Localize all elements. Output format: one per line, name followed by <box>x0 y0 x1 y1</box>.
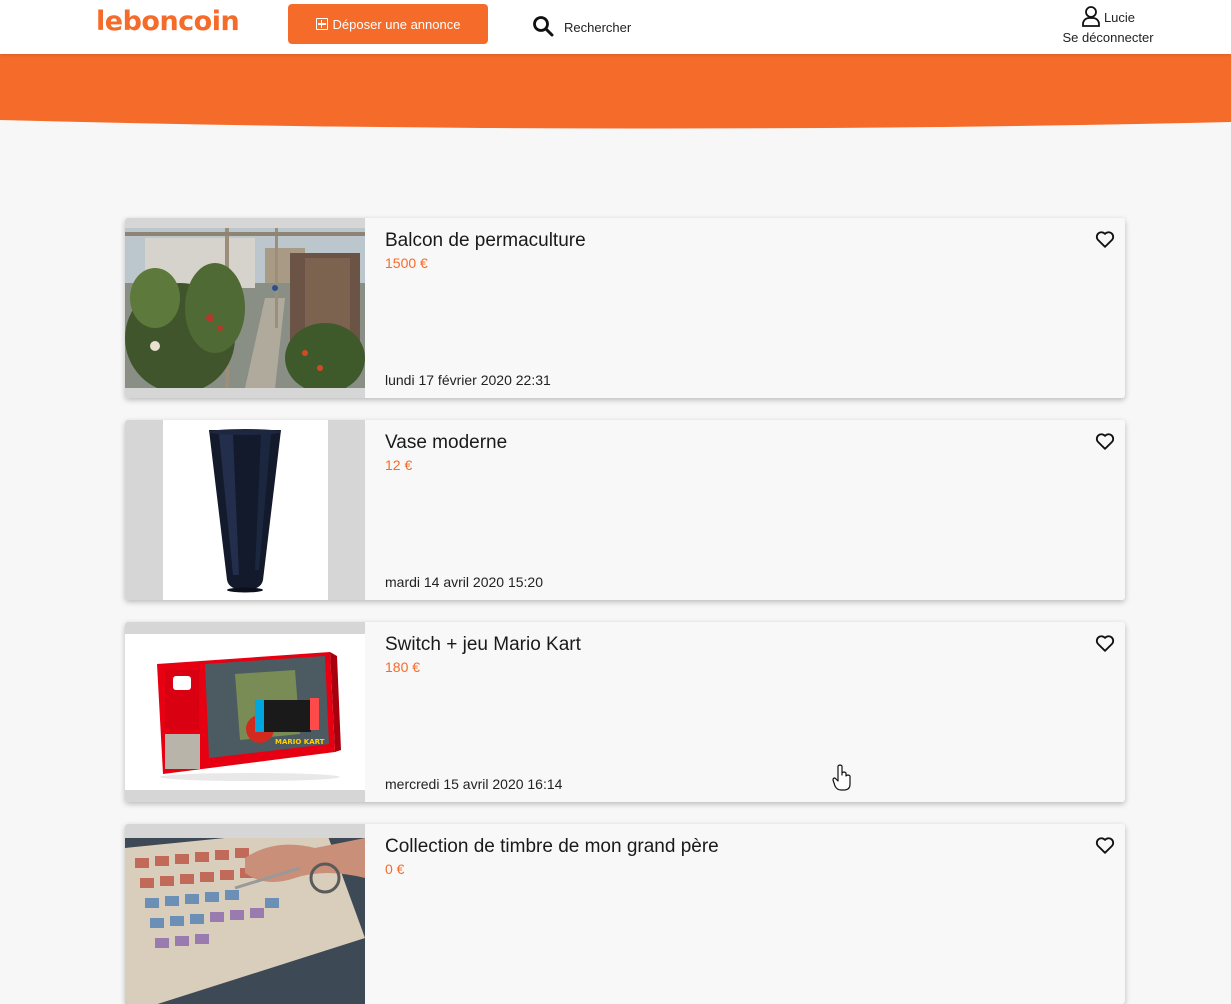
listing-title[interactable]: Vase moderne <box>385 432 507 454</box>
listing-date: lundi 17 février 2020 22:31 <box>385 372 551 388</box>
logout-link[interactable]: Se déconnecter <box>1056 30 1160 45</box>
hand-pointer-cursor-icon <box>832 764 851 791</box>
listing-title[interactable]: Switch + jeu Mario Kart <box>385 634 581 656</box>
listing-date: mercredi 15 avril 2020 16:14 <box>385 776 563 792</box>
listing-date: mardi 14 avril 2020 15:20 <box>385 574 543 590</box>
listing-title[interactable]: Collection de timbre de mon grand père <box>385 836 719 858</box>
listing-card[interactable]: Balcon de permaculture 1500 € lundi 17 f… <box>125 218 1125 398</box>
search-label: Rechercher <box>564 20 632 35</box>
listing-thumbnail: MARIO KART <box>125 622 365 802</box>
search-icon <box>533 16 554 37</box>
garden-balcony-image <box>125 228 365 388</box>
favorite-heart-icon[interactable] <box>1094 228 1116 250</box>
listing-price: 12 € <box>385 457 413 473</box>
listing-card[interactable]: Collection de timbre de mon grand père 0… <box>125 824 1125 1004</box>
blue-vase-image <box>163 420 328 600</box>
post-ad-label: Déposer une annonce <box>332 16 461 32</box>
svg-text:MARIO KART: MARIO KART <box>275 738 325 746</box>
user-menu: Lucie Se déconnecter <box>1056 4 1160 45</box>
listing-price: 0 € <box>385 861 405 877</box>
plus-square-icon <box>315 18 328 30</box>
listing-thumbnail <box>125 824 365 1004</box>
user-icon <box>1082 6 1100 27</box>
favorite-heart-icon[interactable] <box>1094 430 1116 452</box>
stamps-image <box>125 838 365 1004</box>
search-link[interactable]: Rechercher <box>532 15 631 37</box>
listing-thumbnail <box>125 420 365 600</box>
listing-price: 180 € <box>385 659 421 675</box>
favorite-heart-icon[interactable] <box>1094 632 1116 654</box>
favorite-heart-icon[interactable] <box>1094 834 1116 856</box>
user-name: Lucie <box>1103 10 1136 25</box>
listing-price: 1500 € <box>385 255 428 271</box>
top-header: leboncoin Déposer une annonce Rechercher… <box>0 0 1231 54</box>
orange-banner <box>0 54 1231 129</box>
listing-card[interactable]: MARIO KART Switch + jeu Mario Kart 180 €… <box>125 622 1125 802</box>
listing-card[interactable]: Vase moderne 12 € mardi 14 avril 2020 15… <box>125 420 1125 600</box>
listing-thumbnail <box>125 218 365 398</box>
switch-box-image: MARIO KART <box>125 634 365 790</box>
post-ad-button[interactable]: Déposer une annonce <box>288 4 488 44</box>
leboncoin-logo[interactable]: leboncoin <box>96 6 240 37</box>
user-profile-link[interactable]: Lucie <box>1056 4 1160 28</box>
listing-title[interactable]: Balcon de permaculture <box>385 230 586 252</box>
